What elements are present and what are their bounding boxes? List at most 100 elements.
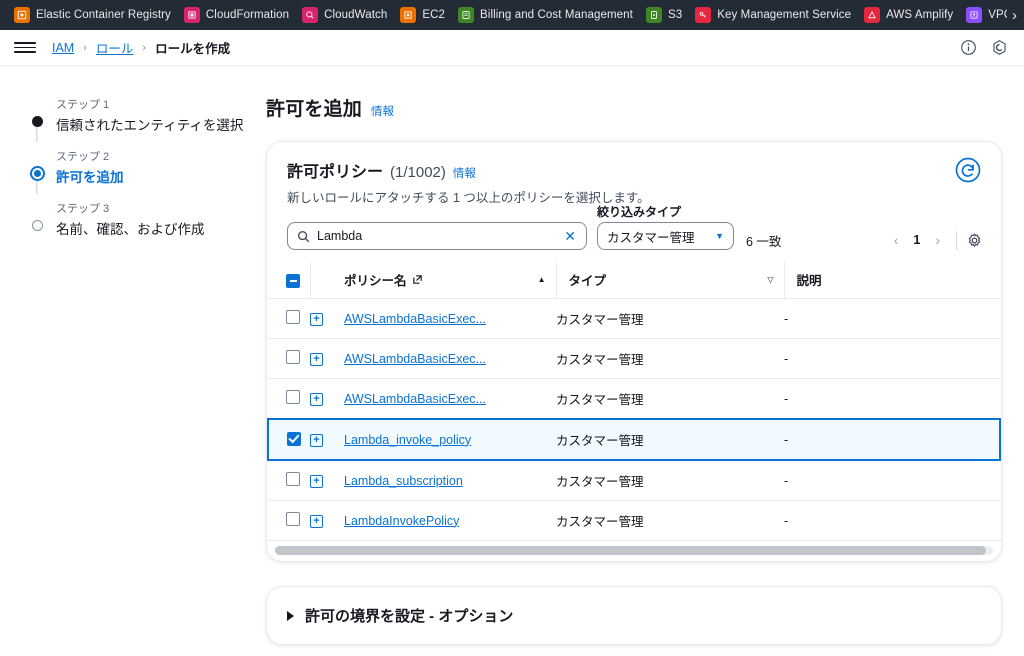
- bookmark-cloudwatch[interactable]: CloudWatch: [298, 7, 396, 23]
- step-marker: [22, 200, 52, 238]
- main-content: 許可を追加 情報 許可ポリシー (1/1002) 情報 新しいロールにアタッチす…: [252, 66, 1024, 656]
- expand-plus-icon[interactable]: +: [310, 353, 323, 366]
- row-policy-name-cell: AWSLambdaBasicExec...: [344, 298, 556, 339]
- policy-name-link[interactable]: AWSLambdaBasicExec...: [344, 312, 486, 326]
- kms-icon: [695, 7, 712, 23]
- expand-plus-icon[interactable]: +: [310, 393, 323, 406]
- info-icon[interactable]: [960, 39, 977, 56]
- bookmark-label: Key Management Service: [717, 9, 852, 21]
- amplify-icon: [864, 7, 881, 23]
- filter-type-select[interactable]: カスタマー管理 ▼: [597, 222, 734, 250]
- table-row[interactable]: + AWSLambdaBasicExec... カスタマー管理 -: [268, 298, 1000, 339]
- table-row[interactable]: + Lambda_subscription カスタマー管理 -: [268, 460, 1000, 501]
- wizard-step-2[interactable]: ステップ 2 許可を追加: [22, 148, 252, 200]
- search-input[interactable]: Lambda ✕: [287, 222, 587, 250]
- header-icon-group: [960, 39, 1008, 56]
- chevron-right-icon[interactable]: ›: [928, 230, 947, 250]
- bookmarks-overflow-chevron-right-icon[interactable]: ›: [1007, 0, 1022, 30]
- clear-icon[interactable]: ✕: [562, 229, 578, 243]
- row-policy-name-cell: Lambda_invoke_policy: [344, 418, 556, 461]
- breadcrumb-item-iam[interactable]: IAM: [52, 41, 74, 55]
- step-marker: [22, 148, 52, 194]
- permissions-policies-card: 許可ポリシー (1/1002) 情報 新しいロールにアタッチする 1 つ以上のポ…: [266, 141, 1002, 562]
- policy-name-link[interactable]: AWSLambdaBasicExec...: [344, 392, 486, 406]
- table-row[interactable]: + AWSLambdaBasicExec... カスタマー管理 -: [268, 378, 1000, 420]
- table-header: ポリシー名 ▲ タイプ ▽ 説明: [268, 262, 1000, 299]
- table-body: + AWSLambdaBasicExec... カスタマー管理 - + AWSL…: [267, 298, 1001, 541]
- refresh-icon[interactable]: [953, 155, 983, 185]
- row-expand-cell: +: [310, 501, 344, 541]
- sort-descending-icon: ▽: [767, 275, 774, 284]
- policy-name-link[interactable]: Lambda_invoke_policy: [344, 433, 471, 447]
- expand-plus-icon[interactable]: +: [310, 313, 323, 326]
- table-row-selected[interactable]: + Lambda_invoke_policy カスタマー管理 -: [267, 418, 1001, 461]
- row-description-cell: -: [784, 418, 1001, 461]
- hamburger-menu-icon[interactable]: [14, 37, 36, 59]
- row-checkbox[interactable]: [287, 432, 301, 446]
- scrollbar-track[interactable]: [275, 546, 993, 555]
- breadcrumb-item-roles[interactable]: ロール: [96, 38, 134, 57]
- bookmark-billing-and-cost-management[interactable]: Billing and Cost Management: [454, 7, 642, 23]
- policy-name-link[interactable]: LambdaInvokePolicy: [344, 514, 459, 528]
- row-select-cell: [268, 378, 310, 420]
- bookmark-s3[interactable]: S3: [642, 7, 691, 23]
- bookmark-cloudformation[interactable]: CloudFormation: [180, 7, 298, 23]
- row-select-cell: [268, 338, 310, 379]
- permissions-boundary-title: 許可の境界を設定 - オプション: [305, 608, 514, 625]
- row-checkbox[interactable]: [286, 512, 300, 526]
- table-row[interactable]: + AWSLambdaBasicExec... カスタマー管理 -: [268, 338, 1000, 379]
- expand-plus-icon[interactable]: +: [310, 475, 323, 488]
- vpc-icon: [966, 7, 983, 23]
- page-title: 許可を追加: [266, 99, 363, 120]
- row-checkbox[interactable]: [286, 472, 300, 486]
- expand-plus-icon[interactable]: +: [310, 515, 323, 528]
- step-label: 信頼されたエンティティを選択: [56, 118, 244, 133]
- column-label: ポリシー名: [344, 274, 407, 288]
- row-select-cell: [268, 501, 310, 541]
- row-policy-name-cell: AWSLambdaBasicExec...: [344, 338, 556, 379]
- wizard-step-3[interactable]: ステップ 3 名前、確認、および作成: [22, 200, 252, 252]
- breadcrumb-separator: ›: [142, 41, 147, 54]
- row-description-cell: -: [784, 460, 1000, 501]
- bookmark-key-management-service[interactable]: Key Management Service: [691, 7, 860, 23]
- row-type-cell: カスタマー管理: [556, 460, 784, 501]
- page-info-link[interactable]: 情報: [371, 103, 394, 119]
- settings-icon[interactable]: [991, 39, 1008, 56]
- bookmark-elastic-container-registry[interactable]: Elastic Container Registry: [10, 7, 180, 23]
- bookmark-aws-amplify[interactable]: AWS Amplify: [860, 7, 962, 23]
- table-horizontal-scrollbar[interactable]: [267, 540, 1001, 561]
- pagination: ‹ 1 ›: [887, 230, 983, 250]
- row-checkbox[interactable]: [286, 350, 300, 364]
- chevron-left-icon[interactable]: ‹: [887, 230, 906, 250]
- triangle-right-icon: [287, 610, 294, 621]
- step-connector-line: [36, 126, 38, 142]
- row-checkbox[interactable]: [286, 390, 300, 404]
- scrollbar-thumb[interactable]: [275, 546, 986, 555]
- row-expand-cell: +: [310, 378, 344, 420]
- policy-name-link[interactable]: AWSLambdaBasicExec...: [344, 352, 486, 366]
- select-all-checkbox[interactable]: [286, 274, 300, 288]
- pagination-page-number[interactable]: 1: [909, 233, 924, 247]
- filter-type-value: カスタマー管理: [607, 230, 695, 245]
- filter-type-wrapper: 絞り込みタイプ カスタマー管理 ▼: [597, 205, 734, 250]
- card-info-link[interactable]: 情報: [453, 165, 476, 181]
- breadcrumb-separator: ›: [83, 41, 87, 54]
- row-select-cell: [267, 418, 310, 461]
- wizard-steps-sidebar: ステップ 1 信頼されたエンティティを選択 ステップ 2 許可を追加 ステップ …: [0, 66, 252, 656]
- s3-icon: [645, 7, 662, 23]
- bookmark-ec2[interactable]: EC2: [396, 7, 454, 23]
- column-header-description[interactable]: 説明: [783, 262, 1000, 299]
- permissions-boundary-section[interactable]: 許可の境界を設定 - オプション: [266, 586, 1002, 645]
- table-row[interactable]: + LambdaInvokePolicy カスタマー管理 -: [268, 501, 1000, 541]
- column-header-type[interactable]: タイプ ▽: [555, 262, 784, 299]
- column-label: タイプ: [568, 274, 607, 288]
- gear-icon[interactable]: [966, 232, 983, 249]
- expand-plus-icon[interactable]: +: [310, 434, 323, 447]
- step-marker: [22, 96, 52, 142]
- row-policy-name-cell: AWSLambdaBasicExec...: [344, 378, 556, 420]
- row-checkbox[interactable]: [286, 310, 300, 324]
- row-type-cell: カスタマー管理: [556, 378, 784, 420]
- column-header-policy-name[interactable]: ポリシー名 ▲: [344, 262, 556, 299]
- policy-name-link[interactable]: Lambda_subscription: [344, 474, 463, 488]
- wizard-step-1[interactable]: ステップ 1 信頼されたエンティティを選択: [22, 96, 252, 148]
